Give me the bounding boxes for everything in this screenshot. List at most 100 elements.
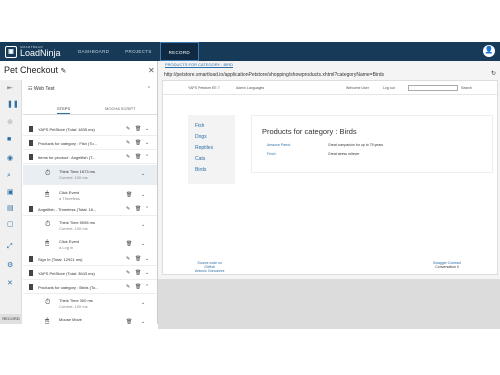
grid-icon: ☷	[28, 86, 33, 92]
app-logo[interactable]: ▣ SMARTBEAR LoadNinja	[5, 44, 61, 59]
trash-icon[interactable]: 🗑	[135, 206, 141, 212]
browser-tab[interactable]: PRODUCTS FOR CATEGORY : BIRD	[165, 62, 234, 68]
step-substep[interactable]: 🖱 Click Event a Log in 🗑 ⌄	[23, 235, 157, 255]
expand-icon[interactable]: ⤢	[7, 243, 13, 251]
play-circle-icon[interactable]: ◉	[7, 154, 13, 162]
products-title: Products for category : Birds	[262, 127, 357, 136]
pencil-icon[interactable]: ✎	[126, 140, 130, 146]
step-substep[interactable]: 🖱 Mouse Move 🗑 ⌄	[23, 313, 157, 324]
welcome-text: Welcome User	[346, 86, 369, 90]
category-link-reptiles[interactable]: Reptiles	[195, 145, 213, 151]
trash-icon[interactable]: 🗑	[135, 140, 141, 146]
user-avatar-icon[interactable]: 👤	[483, 45, 495, 57]
step-row[interactable]: Products for category : Birds (To... ✎ 🗑…	[23, 281, 157, 294]
trash-icon[interactable]: 🗑	[126, 192, 132, 198]
steps-panel: ☷ Web Test ⌃ STEPS MOCHA SCRIPT YAPS Pet…	[23, 80, 157, 324]
pencil-icon[interactable]: ✎	[126, 126, 130, 132]
bookmark-icon	[29, 270, 33, 276]
category-link-fish[interactable]: Fish	[195, 123, 204, 129]
nav-record[interactable]: RECORD	[159, 42, 199, 61]
step-substep[interactable]: ⏱ Think Time 5096 ms Current: 100 ms ⌄	[23, 216, 157, 236]
pencil-icon[interactable]: ✎	[126, 154, 130, 160]
nav-dashboard[interactable]: DASHBOARD	[70, 42, 117, 61]
chevron-up-icon[interactable]: ⌃	[147, 86, 151, 92]
product-name[interactable]: Amazon Parrot	[267, 143, 290, 147]
trash-icon[interactable]: 🗑	[135, 284, 141, 290]
mouse-icon: 🖱	[45, 240, 50, 247]
tab-steps[interactable]: STEPS	[57, 106, 71, 114]
step-back-icon[interactable]: ⇤	[7, 84, 13, 92]
chevron-down-icon[interactable]: ⌄	[145, 256, 149, 262]
reload-icon[interactable]: ↻	[491, 70, 496, 77]
page-title: Pet Checkout ✎	[4, 65, 67, 75]
panel-tabs: STEPS MOCHA SCRIPT	[23, 102, 157, 115]
step-row[interactable]: YAPS PetStore (Total: 1835 ms) ✎ 🗑 ⌄	[23, 123, 157, 136]
chevron-up-icon[interactable]: ⌃	[145, 206, 149, 212]
category-link-birds[interactable]: Birds	[195, 167, 206, 173]
product-name[interactable]: Finch	[267, 152, 276, 156]
search-button[interactable]: Search	[461, 86, 472, 90]
address-bar[interactable]: http://petstore.smartload.io/application…	[160, 70, 498, 80]
step-substep[interactable]: ⏱ Think Time 1673 ms Current: 100 ms ⌄	[23, 165, 157, 185]
step-row[interactable]: Angelfish - Threeless (Total: 16... ✎ 🗑 …	[23, 203, 157, 216]
pencil-icon[interactable]: ✎	[126, 206, 130, 212]
chevron-down-icon[interactable]: ⌄	[141, 319, 145, 324]
save-as-icon[interactable]: ▤	[7, 204, 14, 212]
trash-icon[interactable]: 🗑	[135, 256, 141, 262]
step-row[interactable]: Products for category : Fish (To... ✎ 🗑 …	[23, 137, 157, 150]
web-test-header[interactable]: ☷ Web Test	[28, 86, 55, 92]
category-list: Fish Dogs Reptiles Cats Birds	[188, 115, 235, 184]
save-icon[interactable]: ▣	[7, 188, 14, 196]
chevron-up-icon[interactable]: ⌃	[145, 154, 149, 160]
close-icon[interactable]: ✕	[148, 66, 155, 75]
chevron-down-icon[interactable]: ⌄	[145, 140, 149, 146]
pause-icon[interactable]: ❚❚	[7, 100, 19, 108]
brand-name: LoadNinja	[20, 47, 61, 58]
timer-icon: ⏱	[45, 170, 51, 177]
page-frame: YAPS Petstore EE 7 Admin Languages Welco…	[162, 80, 499, 275]
trash-icon[interactable]: 🗑	[135, 270, 141, 276]
search-input[interactable]	[408, 85, 458, 91]
product-desc: Great stress reliever	[328, 152, 360, 156]
trash-icon[interactable]: 🗑	[135, 126, 141, 132]
step-substep[interactable]: ⏱ Think Time 300 ms Current: 100 ms ⌄	[23, 294, 157, 314]
product-desc: Great companion for up to 75 years	[328, 143, 384, 147]
petstore-brand[interactable]: YAPS Petstore EE 7	[188, 86, 220, 90]
tab-mocha-script[interactable]: MOCHA SCRIPT	[105, 106, 135, 111]
stop-icon[interactable]: ■	[7, 136, 11, 143]
products-box: Products for category : Birds Amazon Par…	[251, 115, 493, 173]
chevron-down-icon[interactable]: ⌄	[145, 270, 149, 276]
mouse-icon: 🖱	[45, 318, 50, 324]
petstore-header: YAPS Petstore EE 7 Admin Languages Welco…	[163, 81, 499, 95]
step-row[interactable]: Sign In (Total: 12921 ms) ✎ 🗑 ⌄	[23, 253, 157, 266]
category-link-cats[interactable]: Cats	[195, 156, 205, 162]
add-circle-icon[interactable]: ⊕	[7, 118, 13, 126]
record-label[interactable]: RECORD	[0, 314, 22, 324]
bookmark-icon	[29, 154, 33, 160]
pencil-icon[interactable]: ✎	[126, 256, 130, 262]
chevron-down-icon[interactable]: ⌄	[141, 241, 145, 247]
search-icon[interactable]: ⌕	[7, 172, 11, 180]
edit-pencil-icon[interactable]: ✎	[61, 68, 67, 75]
step-row[interactable]: YAPS PetStore (Total: 3643 ms) ✎ 🗑 ⌄	[23, 267, 157, 280]
chevron-down-icon[interactable]: ⌄	[141, 171, 145, 177]
bookmark-icon	[29, 256, 33, 262]
chevron-down-icon[interactable]: ⌄	[141, 222, 145, 228]
trash-icon[interactable]: 🗑	[126, 319, 132, 324]
chevron-down-icon[interactable]: ⌄	[141, 192, 145, 198]
settings-icon[interactable]: ⚙	[7, 261, 13, 269]
header-menu[interactable]: Admin Languages	[236, 86, 264, 90]
logout-link[interactable]: Log out	[383, 86, 395, 90]
pencil-icon[interactable]: ✎	[126, 284, 130, 290]
pencil-icon[interactable]: ✎	[126, 270, 130, 276]
trash-icon[interactable]: 🗑	[135, 154, 141, 160]
trash-icon[interactable]: 🗑	[126, 241, 132, 247]
chevron-down-icon[interactable]: ⌄	[141, 300, 145, 306]
chevron-up-icon[interactable]: ⌃	[145, 284, 149, 290]
category-link-dogs[interactable]: Dogs	[195, 134, 207, 140]
step-row[interactable]: Items for product : Angelfish (T... ✎ 🗑 …	[23, 151, 157, 164]
chevron-down-icon[interactable]: ⌄	[145, 126, 149, 132]
document-icon[interactable]: ▢	[7, 220, 14, 228]
close-circle-icon[interactable]: ✕	[7, 279, 13, 287]
nav-projects[interactable]: PROJECTS	[117, 42, 159, 61]
